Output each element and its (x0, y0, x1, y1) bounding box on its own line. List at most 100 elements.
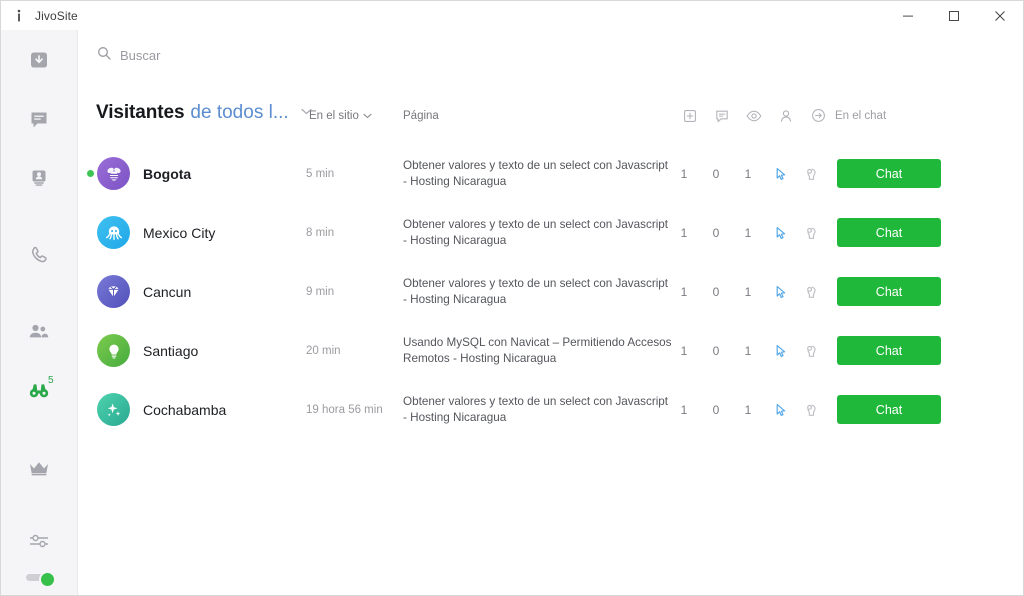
avatar (97, 157, 130, 190)
cursor-pointer-icon[interactable] (769, 167, 793, 181)
phone-icon (28, 244, 50, 266)
table-row[interactable]: Cochabamba 19 hora 56 min Obtener valore… (78, 380, 1023, 439)
column-header-page: Página (403, 110, 439, 122)
visitor-views: 1 (744, 402, 752, 417)
visitor-messages: 0 (712, 402, 720, 417)
app-title: JivoSite (35, 8, 78, 23)
visitor-page: Usando MySQL con Navicat – Permitiendo A… (403, 335, 672, 365)
site-filter-dropdown[interactable]: En el sitio (309, 110, 372, 122)
search-input[interactable] (120, 47, 340, 63)
sidebar-visitors-badge: 5 (48, 375, 54, 386)
knock-hand-icon[interactable] (799, 403, 823, 417)
visitor-time: 19 hora 56 min (306, 403, 383, 416)
chat-button[interactable]: Chat (837, 395, 941, 424)
knock-hand-icon[interactable] (799, 226, 823, 240)
knock-hand-icon[interactable] (799, 167, 823, 181)
chat-button[interactable]: Chat (837, 336, 941, 365)
table-row[interactable]: Mexico City 8 min Obtener valores y text… (78, 203, 1023, 262)
sidebar-item-chats[interactable] (1, 89, 77, 148)
cursor-pointer-icon[interactable] (769, 285, 793, 299)
window-titlebar: JivoSite (1, 1, 1023, 31)
table-row[interactable]: Cancun 9 min Obtener valores y texto de … (78, 262, 1023, 321)
chat-button[interactable]: Chat (837, 159, 941, 188)
avatar (97, 275, 130, 308)
sidebar-item-premium[interactable] (1, 438, 77, 497)
visitor-icon[interactable] (770, 109, 802, 123)
visitor-time: 5 min (306, 167, 335, 180)
search-bar (97, 44, 340, 66)
eye-icon[interactable] (738, 109, 770, 123)
sidebar-item-teammates[interactable] (1, 302, 77, 361)
jivo-logo-icon (12, 9, 26, 23)
knock-hand-icon[interactable] (799, 344, 823, 358)
chevron-down-icon (363, 110, 372, 122)
chat-button[interactable]: Chat (837, 277, 941, 306)
online-status-dot (87, 170, 94, 177)
filter-scope-label: de todos l... (190, 102, 289, 123)
cursor-pointer-icon[interactable] (769, 226, 793, 240)
contacts-icon (28, 167, 50, 189)
visitor-time: 20 min (306, 344, 341, 357)
crown-icon (27, 458, 51, 478)
online-status-toggle[interactable] (1, 571, 77, 588)
sidebar-item-settings[interactable] (1, 511, 77, 570)
list-toolbar: Visitantes de todos l... En el sitio Pág… (78, 102, 1023, 144)
visitor-views: 1 (744, 225, 752, 240)
visitor-name: Santiago (143, 342, 199, 359)
page-title: Visitantes (96, 102, 185, 123)
column-header-metric-icons (674, 108, 834, 123)
visitor-time: 8 min (306, 226, 335, 239)
site-filter-label: En el sitio (309, 110, 359, 122)
arrow-right-circle-icon[interactable] (802, 108, 834, 123)
jivosite-window: JivoSite 5 Buscar Visitantes de todos l.… (0, 0, 1024, 596)
visitor-time: 9 min (306, 285, 335, 298)
visitor-entries: 1 (680, 402, 688, 417)
table-row[interactable]: Bogota 5 min Obtener valores y texto de … (78, 144, 1023, 203)
visitor-entries: 1 (680, 166, 688, 181)
toggle-track (26, 571, 56, 588)
visitor-views: 1 (744, 166, 752, 181)
visitor-messages: 0 (712, 284, 720, 299)
visitor-messages: 0 (712, 225, 720, 240)
cursor-pointer-icon[interactable] (769, 403, 793, 417)
sidebar-item-contacts[interactable] (1, 148, 77, 207)
cursor-pointer-icon[interactable] (769, 344, 793, 358)
table-row[interactable]: Santiago 20 min Usando MySQL con Navicat… (78, 321, 1023, 380)
knock-hand-icon[interactable] (799, 285, 823, 299)
search-icon (97, 46, 111, 65)
sparkles-avatar-icon (104, 400, 123, 419)
inbox-icon (28, 49, 50, 71)
window-controls (885, 1, 1023, 30)
visitor-views: 1 (744, 343, 752, 358)
left-sidebar: 5 (1, 30, 78, 595)
toggle-knob (39, 571, 56, 588)
visitor-page: Obtener valores y texto de un select con… (403, 217, 669, 247)
avatar (97, 334, 130, 367)
page-enter-icon[interactable] (674, 109, 706, 123)
maximize-button[interactable] (931, 1, 977, 30)
chat-button[interactable]: Chat (837, 218, 941, 247)
sidebar-item-calls[interactable] (1, 225, 77, 284)
visitor-name: Mexico City (143, 224, 216, 241)
visitor-name: Bogota (143, 165, 192, 182)
avatar (97, 393, 130, 426)
visitors-filter-dropdown[interactable]: Visitantes de todos l... (96, 102, 312, 124)
main-panel: Visitantes de todos l... En el sitio Pág… (78, 30, 1023, 595)
chats-icon (28, 108, 50, 130)
avatar (97, 216, 130, 249)
visitor-views: 1 (744, 284, 752, 299)
visitor-name: Cochabamba (143, 401, 227, 418)
sidebar-item-inbox[interactable] (1, 30, 77, 89)
column-header-chat: En el chat (835, 110, 887, 122)
visitor-entries: 1 (680, 284, 688, 299)
minimize-button[interactable] (885, 1, 931, 30)
bee-avatar-icon (104, 164, 124, 184)
sidebar-item-visitors[interactable]: 5 (1, 361, 77, 420)
message-icon[interactable] (706, 109, 738, 123)
close-button[interactable] (977, 1, 1023, 30)
visitor-entries: 1 (680, 343, 688, 358)
visitor-entries: 1 (680, 225, 688, 240)
sliders-icon (27, 531, 51, 551)
diamond-avatar-icon (104, 282, 123, 301)
titlebar-left: JivoSite (1, 9, 78, 23)
